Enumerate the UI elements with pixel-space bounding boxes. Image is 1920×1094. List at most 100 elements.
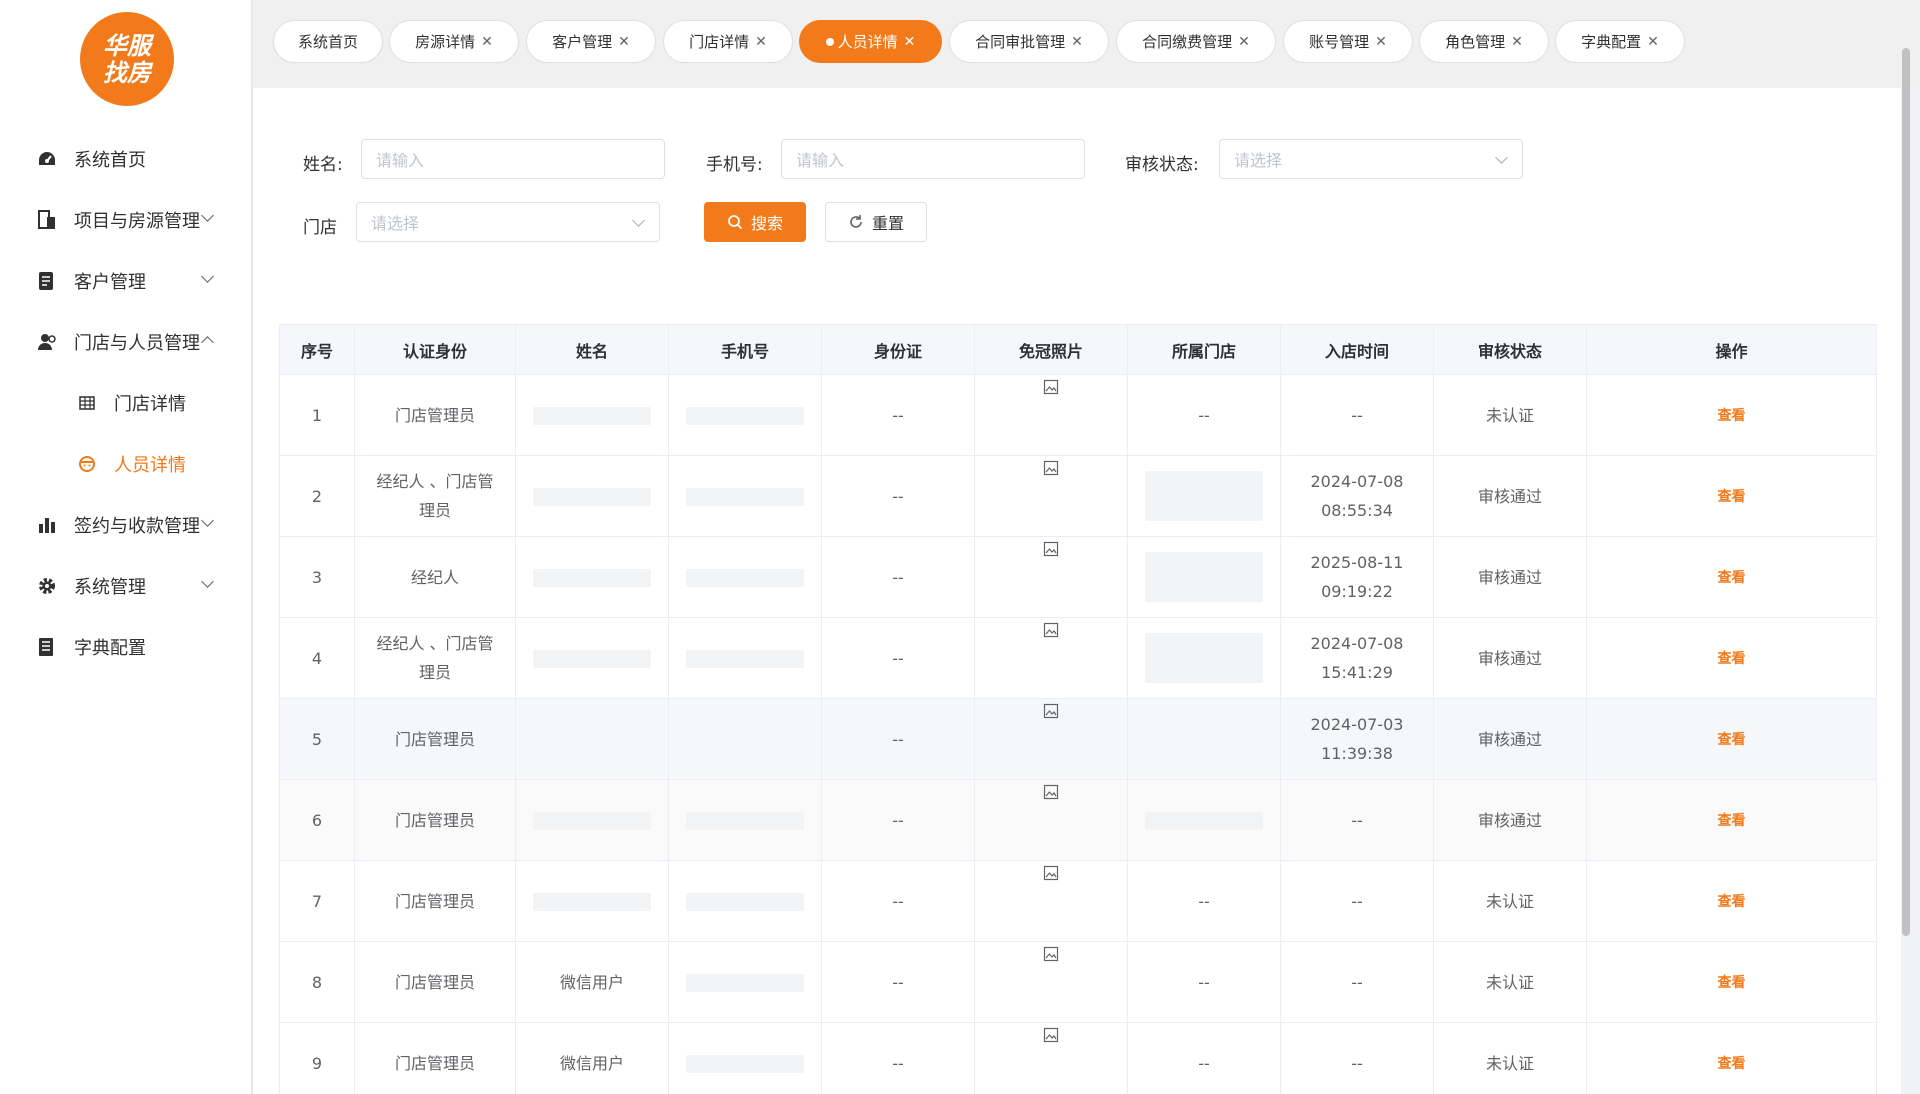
close-icon[interactable]: ✕ bbox=[1238, 34, 1250, 50]
image-icon[interactable] bbox=[1043, 703, 1059, 719]
column-header[interactable]: 姓名 bbox=[515, 324, 669, 375]
tab-label: 合同缴费管理 bbox=[1142, 33, 1233, 51]
close-icon[interactable]: ✕ bbox=[1375, 34, 1387, 50]
chevron-down-icon bbox=[632, 214, 645, 227]
table-row[interactable]: 1 门店管理员 -- -- -- 未认证 查看 bbox=[279, 374, 1877, 456]
status-select[interactable]: 请选择 bbox=[1219, 139, 1523, 179]
vertical-scrollbar[interactable] bbox=[1902, 48, 1910, 936]
image-icon[interactable] bbox=[1043, 379, 1059, 395]
table-row[interactable]: 4 经纪人 、门店管理员 -- 2024-07-08 15:41:29 审核通过… bbox=[279, 617, 1877, 699]
table-row[interactable]: 6 门店管理员 -- -- 审核通过 查看 bbox=[279, 779, 1877, 861]
image-icon[interactable] bbox=[1043, 1027, 1059, 1043]
column-header[interactable]: 认证身份 bbox=[354, 324, 516, 375]
column-header[interactable]: 免冠照片 bbox=[974, 324, 1128, 375]
sidebar-item-dictionary[interactable]: 字典配置 bbox=[0, 616, 252, 677]
image-icon[interactable] bbox=[1043, 865, 1059, 881]
cell-time: -- bbox=[1280, 860, 1434, 942]
close-icon[interactable]: ✕ bbox=[904, 34, 916, 50]
close-icon[interactable]: ✕ bbox=[1647, 34, 1659, 50]
close-icon[interactable]: ✕ bbox=[755, 34, 767, 50]
cell-name: 微信用户 bbox=[515, 941, 669, 1023]
table-header-row: 序号 认证身份 姓名 手机号 身份证 免冠照片 所属门店 入店时间 审核状态 操… bbox=[279, 324, 1877, 375]
tab-customers[interactable]: 客户管理 ✕ bbox=[526, 20, 656, 63]
column-header[interactable]: 操作 bbox=[1586, 324, 1877, 375]
close-icon[interactable]: ✕ bbox=[618, 34, 630, 50]
view-link[interactable]: 查看 bbox=[1718, 489, 1746, 505]
cell-role: 门店管理员 bbox=[354, 860, 516, 942]
sidebar-item-store-staff[interactable]: 门店与人员管理 bbox=[0, 311, 252, 372]
tab-store-detail[interactable]: 门店详情 ✕ bbox=[663, 20, 793, 63]
refresh-icon bbox=[848, 214, 864, 230]
close-icon[interactable]: ✕ bbox=[1071, 34, 1083, 50]
cell-id-card: -- bbox=[821, 455, 975, 537]
name-input[interactable]: 请输入 bbox=[361, 139, 665, 179]
cell-role: 门店管理员 bbox=[354, 779, 516, 861]
table-row[interactable]: 9 门店管理员 微信用户 -- -- -- 未认证 查看 bbox=[279, 1022, 1877, 1094]
tab-home[interactable]: 系统首页 bbox=[273, 20, 383, 63]
tab-staff-detail[interactable]: 人员详情 ✕ bbox=[799, 20, 942, 63]
cell-photo bbox=[974, 455, 1128, 537]
sidebar-item-staff-detail[interactable]: 人员详情 bbox=[0, 433, 252, 494]
sidebar-item-home[interactable]: 系统首页 bbox=[0, 128, 252, 189]
tab-roles[interactable]: 角色管理 ✕ bbox=[1419, 20, 1549, 63]
tab-dictionary[interactable]: 字典配置 ✕ bbox=[1555, 20, 1685, 63]
image-icon[interactable] bbox=[1043, 460, 1059, 476]
image-icon[interactable] bbox=[1043, 541, 1059, 557]
view-link[interactable]: 查看 bbox=[1718, 813, 1746, 829]
sidebar-item-customers[interactable]: 客户管理 bbox=[0, 250, 252, 311]
column-header[interactable]: 入店时间 bbox=[1280, 324, 1434, 375]
tab-contract-approval[interactable]: 合同审批管理 ✕ bbox=[949, 20, 1109, 63]
sidebar-item-store-detail[interactable]: 门店详情 bbox=[0, 372, 252, 433]
redacted-name bbox=[533, 569, 651, 587]
cell-time: 2024-07-08 15:41:29 bbox=[1280, 617, 1434, 699]
table-row[interactable]: 2 经纪人 、门店管理员 -- 2024-07-08 08:55:34 审核通过… bbox=[279, 455, 1877, 537]
view-link[interactable]: 查看 bbox=[1718, 651, 1746, 667]
view-link[interactable]: 查看 bbox=[1718, 1056, 1746, 1072]
close-icon[interactable]: ✕ bbox=[481, 34, 493, 50]
tab-contract-payment[interactable]: 合同缴费管理 ✕ bbox=[1116, 20, 1276, 63]
cell-time: -- bbox=[1280, 779, 1434, 861]
view-link[interactable]: 查看 bbox=[1718, 894, 1746, 910]
image-icon[interactable] bbox=[1043, 946, 1059, 962]
image-icon[interactable] bbox=[1043, 784, 1059, 800]
image-icon[interactable] bbox=[1043, 622, 1059, 638]
tab-label: 门店详情 bbox=[689, 33, 750, 51]
cell-store: -- bbox=[1127, 374, 1281, 456]
cell-id-card: -- bbox=[821, 941, 975, 1023]
view-link[interactable]: 查看 bbox=[1718, 570, 1746, 586]
tab-accounts[interactable]: 账号管理 ✕ bbox=[1283, 20, 1413, 63]
close-icon[interactable]: ✕ bbox=[1511, 34, 1523, 50]
cell-time: 2024-07-08 08:55:34 bbox=[1280, 455, 1434, 537]
sidebar-item-contracts[interactable]: 签约与收款管理 bbox=[0, 494, 252, 555]
column-header[interactable]: 手机号 bbox=[668, 324, 822, 375]
table-row[interactable]: 3 经纪人 -- 2025-08-11 09:19:22 审核通过 查看 bbox=[279, 536, 1877, 618]
status-label: 审核状态: bbox=[1125, 155, 1199, 175]
reset-button[interactable]: 重置 bbox=[825, 202, 927, 242]
column-header[interactable]: 序号 bbox=[279, 324, 355, 375]
column-header[interactable]: 所属门店 bbox=[1127, 324, 1281, 375]
search-icon bbox=[727, 214, 743, 230]
redacted-name bbox=[533, 407, 651, 425]
search-button[interactable]: 搜索 bbox=[704, 202, 806, 242]
column-header[interactable]: 身份证 bbox=[821, 324, 975, 375]
tab-label: 房源详情 bbox=[415, 33, 476, 51]
table-row[interactable]: 8 门店管理员 微信用户 -- -- -- 未认证 查看 bbox=[279, 941, 1877, 1023]
cell-photo bbox=[974, 617, 1128, 699]
brand-logo[interactable]: 华服 找房 bbox=[80, 12, 174, 106]
cell-no: 4 bbox=[279, 617, 355, 699]
cell-phone bbox=[668, 617, 822, 699]
cell-no: 9 bbox=[279, 1022, 355, 1094]
dashboard-icon bbox=[36, 148, 58, 170]
store-select[interactable]: 请选择 bbox=[356, 202, 660, 242]
phone-input[interactable]: 请输入 bbox=[781, 139, 1085, 179]
column-header[interactable]: 审核状态 bbox=[1433, 324, 1587, 375]
gear-icon bbox=[36, 575, 58, 597]
view-link[interactable]: 查看 bbox=[1718, 975, 1746, 991]
table-row[interactable]: 5 门店管理员 -- 2024-07-03 11:39:38 审核通过 查看 bbox=[279, 698, 1877, 780]
table-row[interactable]: 7 门店管理员 -- -- -- 未认证 查看 bbox=[279, 860, 1877, 942]
view-link[interactable]: 查看 bbox=[1718, 408, 1746, 424]
sidebar-item-system[interactable]: 系统管理 bbox=[0, 555, 252, 616]
sidebar-item-projects[interactable]: 项目与房源管理 bbox=[0, 189, 252, 250]
tab-house-detail[interactable]: 房源详情 ✕ bbox=[389, 20, 519, 63]
view-link[interactable]: 查看 bbox=[1718, 732, 1746, 748]
